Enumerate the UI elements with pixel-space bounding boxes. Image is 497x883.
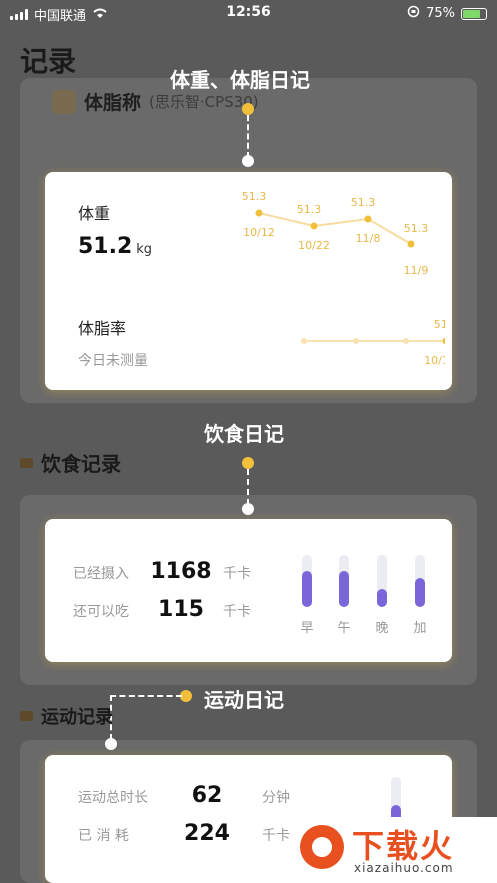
tip-sport-diary: 运动日记 bbox=[204, 688, 284, 712]
weight-label: 体重 bbox=[78, 204, 111, 223]
meal-label: 晚 bbox=[375, 621, 389, 636]
duration-label: 运动总时长 bbox=[78, 790, 148, 806]
bodyfat-status: 今日未测量 bbox=[78, 353, 148, 369]
tip-dot bbox=[242, 457, 254, 469]
bodyfat-trend-chart: 51.3 10/12 bbox=[301, 318, 445, 367]
weight-point bbox=[255, 209, 263, 217]
weight-value: 51.2 kg bbox=[78, 234, 153, 259]
weight-x-tick: 11/8 bbox=[356, 232, 381, 245]
scale-icon bbox=[52, 89, 76, 114]
meal-bar bbox=[377, 555, 387, 607]
sport-burn-row: 已 消 耗 224 千卡 bbox=[78, 821, 290, 846]
tip-anchor-dot bbox=[105, 738, 117, 750]
sport-section-title: 运动记录 bbox=[41, 707, 113, 728]
meal-bar bbox=[302, 555, 312, 607]
meal-bar bbox=[415, 555, 425, 607]
weight-data-label: 51.3 bbox=[242, 190, 267, 203]
meal-bar-fill bbox=[302, 571, 312, 607]
bodyfat-point bbox=[442, 337, 445, 345]
eaten-label: 已经摄入 bbox=[73, 566, 129, 582]
remaining-label: 还可以吃 bbox=[73, 604, 129, 620]
rotation-lock-icon bbox=[407, 5, 420, 22]
bodyfat-label: 体脂率 bbox=[78, 319, 127, 338]
bodyfat-placeholder-point bbox=[353, 338, 359, 344]
page-title: 记录 bbox=[20, 45, 77, 78]
weight-line bbox=[258, 212, 412, 245]
tip-connector bbox=[247, 115, 249, 158]
meal-bar-fill bbox=[339, 571, 349, 607]
meal-label: 早 bbox=[300, 621, 314, 636]
weight-card[interactable]: 体重 51.2 kg 51.3 10/12 51.3 10/22 51.3 11/8 51.3… bbox=[45, 172, 452, 390]
remaining-unit: 千卡 bbox=[223, 604, 251, 620]
food-section-title: 饮食记录 bbox=[41, 452, 121, 476]
watermark-url: xiazaihuo.com bbox=[354, 861, 454, 875]
bodyfat-placeholder-point bbox=[403, 338, 409, 344]
bodyfat-x-tick: 10/12 bbox=[424, 354, 445, 367]
battery-percent: 75% bbox=[426, 6, 455, 21]
tip-connector bbox=[110, 695, 182, 697]
duration-unit: 分钟 bbox=[262, 790, 290, 806]
tip-dot bbox=[242, 103, 254, 115]
burn-value: 224 bbox=[184, 821, 230, 846]
tip-weight-diary: 体重、体脂日记 bbox=[170, 68, 310, 92]
tip-anchor-dot bbox=[242, 155, 254, 167]
meal-label: 午 bbox=[337, 621, 351, 636]
sport-duration-row: 运动总时长 62 分钟 bbox=[78, 783, 290, 808]
weight-point bbox=[407, 240, 415, 248]
watermark-logo-icon bbox=[300, 825, 344, 869]
duration-value: 62 bbox=[191, 783, 223, 808]
meal-bar bbox=[339, 555, 349, 607]
scale-name: 体脂称 bbox=[84, 92, 142, 114]
food-left-row: 还可以吃 115 千卡 bbox=[73, 597, 251, 622]
status-bar: 中国联通 12:56 75% bbox=[0, 0, 497, 28]
tip-anchor-dot bbox=[242, 503, 254, 515]
burn-unit: 千卡 bbox=[262, 828, 290, 844]
weight-x-tick: 10/12 bbox=[243, 226, 275, 239]
weight-x-tick: 10/22 bbox=[298, 239, 330, 252]
tip-food-diary: 饮食日记 bbox=[204, 422, 284, 446]
food-section-header: 饮食记录 bbox=[20, 448, 121, 477]
sport-section-header: 运动记录 bbox=[20, 703, 113, 729]
bodyfat-data-label: 51.3 bbox=[434, 318, 445, 331]
meal-label: 加 bbox=[413, 621, 427, 636]
tip-connector bbox=[247, 469, 249, 505]
watermark: 下载火 xiazaihuo.com bbox=[294, 817, 497, 883]
meal-bar-fill bbox=[415, 578, 425, 607]
weight-data-label: 51.3 bbox=[297, 203, 322, 216]
weight-trend-chart: 51.3 10/12 51.3 10/22 51.3 11/8 51.3 11/9 bbox=[242, 190, 429, 277]
bodyfat-placeholder-point bbox=[301, 338, 307, 344]
meal-bar-fill bbox=[377, 589, 387, 607]
food-eaten-row: 已经摄入 1168 千卡 bbox=[73, 559, 251, 584]
section-flag-icon bbox=[20, 711, 33, 721]
eaten-unit: 千卡 bbox=[223, 566, 251, 582]
weight-x-tick: 11/9 bbox=[404, 264, 429, 277]
weight-data-label: 51.3 bbox=[351, 196, 376, 209]
battery-icon bbox=[461, 7, 487, 20]
weight-point bbox=[310, 222, 318, 230]
section-flag-icon bbox=[20, 457, 33, 468]
food-card[interactable]: 已经摄入 1168 千卡 还可以吃 115 千卡 早 午 晚 加 bbox=[45, 519, 452, 662]
eaten-value: 1168 bbox=[150, 559, 212, 584]
weight-data-label: 51.3 bbox=[404, 222, 429, 235]
weight-point bbox=[364, 215, 372, 223]
remaining-value: 115 bbox=[158, 597, 204, 622]
burn-label: 已 消 耗 bbox=[78, 828, 129, 844]
